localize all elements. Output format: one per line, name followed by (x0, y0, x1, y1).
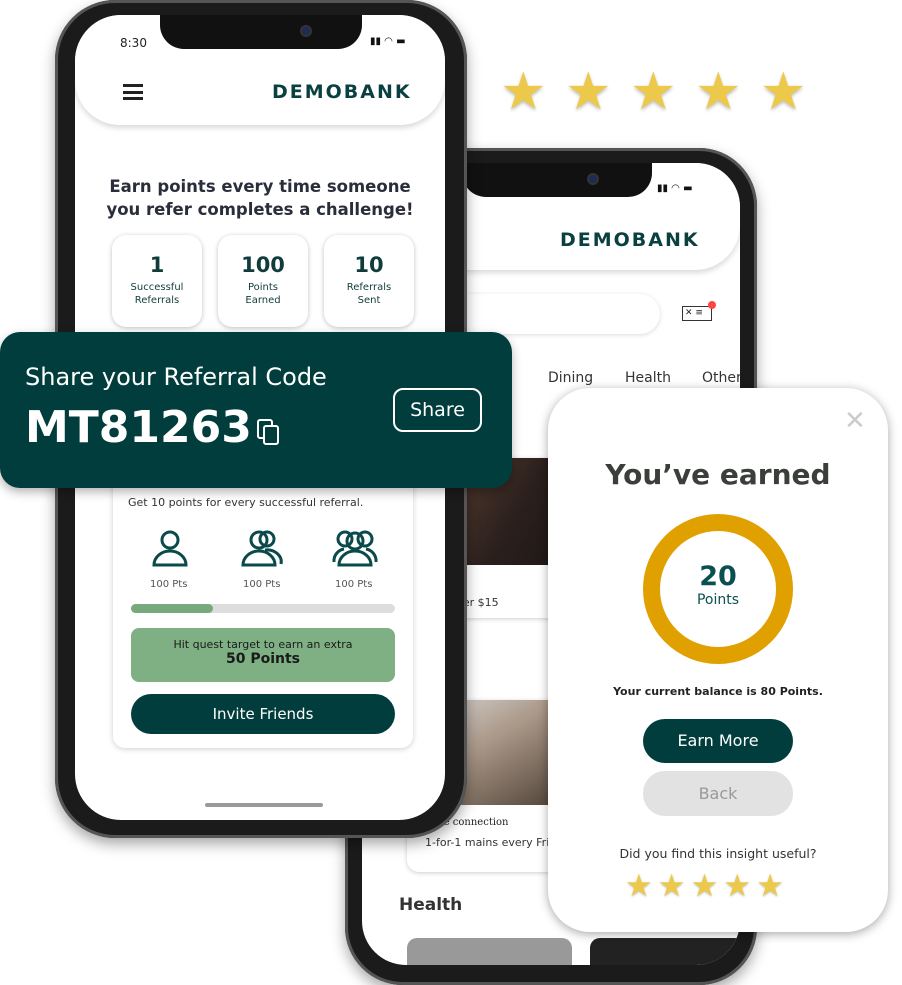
star-icon[interactable]: ★ (691, 868, 724, 904)
referral-title: Share your Referral Code (25, 363, 327, 391)
progress-fill (131, 604, 213, 613)
stat-value: 100 (241, 253, 285, 277)
status-icons: ▮▮ ◠ ▬ (370, 36, 406, 47)
stat-successful-referrals: 1 Successful Referrals (112, 235, 202, 327)
quest-progress-bar (131, 604, 395, 613)
menu-icon[interactable] (123, 84, 143, 100)
feedback-question: Did you find this insight useful? (619, 846, 817, 861)
health-image (590, 938, 740, 965)
quest-points: 50 Points (225, 651, 301, 667)
star-icon: ★ (760, 62, 807, 122)
tab-other[interactable]: Other (702, 370, 740, 386)
star-icon[interactable]: ★ (658, 868, 691, 904)
back-button[interactable]: Back (643, 771, 793, 816)
brand-logo: DEMOBANK (272, 81, 412, 103)
tier-label: 100 Pts (150, 579, 188, 590)
stat-label: Points Earned (245, 282, 281, 306)
section-heading-health: Health (399, 895, 463, 915)
referrals-card: Get 10 points for every successful refer… (113, 455, 413, 748)
two-users-icon (241, 530, 283, 567)
star-icon[interactable]: ★ (723, 868, 756, 904)
tab-dining[interactable]: Dining (548, 370, 593, 386)
invite-friends-button[interactable]: Invite Friends (131, 694, 395, 734)
star-icon[interactable]: ★ (756, 868, 789, 904)
star-icon: ★ (695, 62, 742, 122)
referral-code-card: Share your Referral Code MT81263 Share (0, 332, 512, 488)
share-button[interactable]: Share (393, 388, 482, 432)
headline-line: you refer completes a challenge! (106, 200, 414, 219)
quest-text: Hit quest target to earn an extra (173, 638, 353, 651)
points-value: 20 (699, 561, 737, 592)
earn-more-button[interactable]: Earn More (643, 719, 793, 763)
stat-value: 1 (149, 253, 165, 277)
stat-label: Referrals Sent (346, 282, 392, 306)
star-icon: ★ (630, 62, 677, 122)
popup-title: You’ve earned (605, 458, 831, 491)
star-icon: ★ (500, 62, 547, 122)
headline: Earn points every time someone you refer… (75, 175, 445, 221)
close-icon[interactable]: ✕ (844, 406, 866, 436)
balance-text: Your current balance is 80 Points. (613, 685, 823, 698)
headline-line: Earn points every time someone (109, 177, 411, 196)
group-users-icon (332, 530, 378, 567)
stat-value: 10 (354, 253, 384, 277)
referral-code: MT81263 (25, 402, 252, 453)
tab-health[interactable]: Health (625, 370, 671, 386)
brand-logo: DEMOBANK (560, 229, 700, 251)
points-earned-popup: ✕ You’ve earned 20 Points Your current b… (548, 388, 888, 932)
single-user-icon (152, 530, 188, 567)
quest-banner: Hit quest target to earn an extra 50 Poi… (131, 628, 395, 682)
star-icon[interactable]: ★ (625, 868, 658, 904)
status-icons: ▮▮ ◠ ▬ (657, 183, 693, 194)
feedback-stars[interactable]: ★★★★★ (625, 868, 789, 904)
copy-icon[interactable] (257, 419, 281, 447)
stat-label: Successful Referrals (130, 282, 184, 306)
home-indicator (205, 803, 323, 807)
points-label: Points (696, 592, 740, 608)
status-time: 8:30 (120, 36, 147, 50)
stat-referrals-sent: 10 Referrals Sent (324, 235, 414, 327)
star-icon: ★ (565, 62, 612, 122)
health-image (407, 938, 572, 965)
points-ring: 20 Points (643, 514, 793, 664)
voucher-icon[interactable]: ✕ ≡ (682, 301, 716, 321)
tier-label: 100 Pts (243, 579, 281, 590)
referrals-subtitle: Get 10 points for every successful refer… (128, 496, 364, 509)
stat-points-earned: 100 Points Earned (218, 235, 308, 327)
tier-label: 100 Pts (335, 579, 373, 590)
